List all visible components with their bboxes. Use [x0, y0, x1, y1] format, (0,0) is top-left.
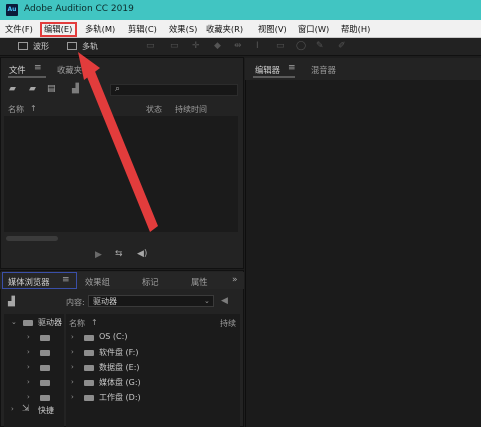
marquee-tool-icon[interactable]: ▭: [276, 41, 285, 51]
slip-tool-icon[interactable]: ⇹: [234, 41, 242, 51]
tab-effects-rack[interactable]: 效果组: [85, 276, 110, 288]
brush-tool-icon[interactable]: ✎: [316, 41, 324, 51]
editor-tab-indicator: [253, 76, 295, 78]
waveform-button[interactable]: 波形: [33, 40, 49, 53]
drive-icon: [40, 380, 50, 386]
shortcut-icon: ⇲: [22, 404, 30, 414]
editor-panel-menu-icon[interactable]: ≡: [288, 63, 296, 73]
sort-arrow-icon: ↑: [91, 318, 98, 327]
chevron-right-icon[interactable]: ›: [71, 393, 74, 401]
healing-tool-icon[interactable]: ✐: [338, 41, 346, 51]
chevron-right-icon[interactable]: ›: [71, 333, 74, 341]
drive-icon: [84, 365, 94, 371]
files-list[interactable]: [4, 116, 238, 232]
editor-panel[interactable]: [245, 58, 481, 427]
multitrack-icon: [67, 42, 77, 50]
column-duration[interactable]: 持续: [220, 318, 236, 329]
menu-favorites[interactable]: 收藏夹(R): [206, 23, 243, 35]
window-title: Adobe Audition CC 2019: [24, 4, 134, 14]
move-tool-icon[interactable]: ✛: [192, 41, 200, 51]
drive-icon: [84, 380, 94, 386]
tab-markers[interactable]: 标记: [142, 276, 159, 288]
menu-clip[interactable]: 剪辑(C): [128, 23, 157, 35]
import-media-icon[interactable]: ▟: [8, 297, 15, 307]
menu-effects[interactable]: 效果(S): [169, 23, 197, 35]
drive-icon: [40, 335, 50, 341]
more-tabs-icon[interactable]: »: [232, 275, 238, 285]
menu-view[interactable]: 视图(V): [258, 23, 287, 35]
column-name[interactable]: 名称: [8, 104, 24, 115]
drive-icon: [40, 365, 50, 371]
chevron-down-icon: ⌄: [204, 297, 210, 305]
column-status[interactable]: 状态: [146, 104, 162, 115]
column-duration[interactable]: 持续时间: [175, 104, 207, 115]
content-dropdown[interactable]: 驱动器: [88, 295, 214, 307]
list-item[interactable]: 媒体盘 (G:): [99, 377, 141, 388]
tab-mixer[interactable]: 混音器: [311, 64, 336, 76]
tree-drives-label[interactable]: 驱动器: [38, 317, 62, 328]
back-arrow-icon[interactable]: ◀: [221, 296, 228, 306]
tree-shortcuts-label[interactable]: 快捷: [38, 405, 54, 416]
waveform-icon: [18, 42, 28, 50]
search-icon: ⌕: [115, 84, 121, 94]
menu-help[interactable]: 帮助(H): [341, 23, 370, 35]
chevron-right-icon[interactable]: ›: [71, 363, 74, 371]
spectral-display-icon[interactable]: ▭: [146, 41, 155, 51]
horizontal-scrollbar[interactable]: [6, 236, 58, 241]
media-panel-menu-icon[interactable]: ≡: [62, 275, 70, 285]
auto-play-icon[interactable]: ◀): [137, 249, 147, 259]
tab-properties[interactable]: 属性: [191, 276, 208, 288]
content-label: 内容:: [66, 298, 85, 307]
menu-file[interactable]: 文件(F): [5, 23, 33, 35]
active-tab-indicator: [8, 76, 46, 78]
menu-window[interactable]: 窗口(W): [298, 23, 329, 35]
multitrack-button[interactable]: 多轨: [82, 40, 98, 53]
chevron-right-icon[interactable]: ›: [27, 333, 30, 341]
chevron-right-icon[interactable]: ›: [71, 378, 74, 386]
chevron-down-icon[interactable]: ⌄: [11, 318, 17, 326]
import-file-icon[interactable]: ▰: [29, 84, 36, 94]
play-icon[interactable]: ▶: [95, 250, 102, 260]
sort-arrow-icon: ↑: [30, 104, 37, 113]
list-item[interactable]: 软件盘 (F:): [99, 347, 138, 358]
drive-icon: [23, 320, 33, 326]
tab-files[interactable]: 文件: [9, 64, 26, 76]
tab-media-browser[interactable]: 媒体浏览器: [8, 276, 50, 288]
drive-icon: [40, 350, 50, 356]
tab-editor[interactable]: 编辑器: [255, 64, 280, 76]
open-file-icon[interactable]: ▰: [9, 84, 16, 94]
drive-icon: [84, 395, 94, 401]
audition-logo-icon: Au: [6, 4, 18, 16]
edit-menu-highlight-box: [40, 22, 77, 37]
razor-tool-icon[interactable]: ◆: [214, 41, 221, 51]
chevron-right-icon[interactable]: ›: [27, 393, 30, 401]
search-input[interactable]: [110, 84, 238, 96]
panel-menu-icon[interactable]: ≡: [34, 63, 42, 73]
drive-icon: [84, 335, 94, 341]
drive-icon: [84, 350, 94, 356]
insert-icon[interactable]: ▟: [72, 84, 79, 94]
list-item[interactable]: 数据盘 (E:): [99, 362, 140, 373]
new-file-icon[interactable]: ▤: [47, 84, 56, 94]
column-name[interactable]: 名称: [69, 318, 85, 329]
chevron-right-icon[interactable]: ›: [71, 348, 74, 356]
list-item[interactable]: 工作盘 (D:): [99, 392, 141, 403]
list-item[interactable]: OS (C:): [99, 332, 127, 341]
chevron-right-icon[interactable]: ›: [27, 348, 30, 356]
chevron-right-icon[interactable]: ›: [27, 363, 30, 371]
drive-icon: [40, 395, 50, 401]
time-selection-icon[interactable]: I: [256, 41, 259, 51]
loop-icon[interactable]: ⇆: [115, 249, 123, 259]
content-dropdown-value: 驱动器: [93, 297, 117, 306]
pitch-display-icon[interactable]: ▭: [170, 41, 179, 51]
chevron-right-icon[interactable]: ›: [11, 405, 14, 413]
menu-multitrack[interactable]: 多轨(M): [85, 23, 115, 35]
chevron-right-icon[interactable]: ›: [27, 378, 30, 386]
tab-favorites[interactable]: 收藏夹: [57, 64, 82, 76]
lasso-tool-icon[interactable]: ◯: [296, 41, 306, 51]
